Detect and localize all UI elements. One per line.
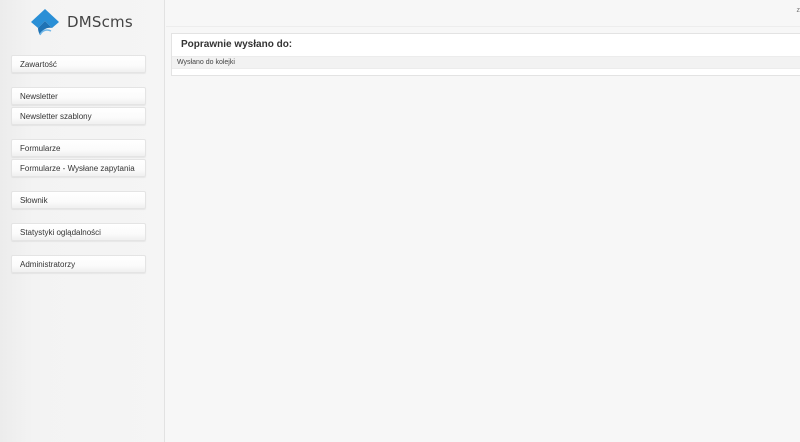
sidebar-item-formularze[interactable]: Formularze: [11, 139, 146, 157]
top-bar: z: [166, 0, 800, 27]
sidebar-item-zawartosc[interactable]: Zawartość: [11, 55, 146, 73]
status-message-row: Wysłano do kolejki: [172, 56, 800, 69]
panel-title: Poprawnie wysłano do:: [181, 39, 293, 50]
sidebar: DMScms Zawartość Newsletter Newsletter s…: [0, 0, 165, 442]
app-window: DMScms Zawartość Newsletter Newsletter s…: [0, 0, 800, 442]
sidebar-item-slownik[interactable]: Słownik: [11, 191, 146, 209]
sidebar-item-formularze-wyslane[interactable]: Formularze - Wysłane zapytania: [11, 159, 146, 177]
result-panel: Poprawnie wysłano do: Wysłano do kolejki: [171, 33, 800, 76]
dmscms-logo-icon: [31, 9, 59, 36]
sidebar-item-newsletter[interactable]: Newsletter: [11, 87, 146, 105]
logo[interactable]: DMScms: [28, 8, 133, 40]
sidebar-item-statystyki[interactable]: Statystyki oglądalności: [11, 223, 146, 241]
sidebar-item-newsletter-szablony[interactable]: Newsletter szablony: [11, 107, 146, 125]
topbar-user-link[interactable]: z: [797, 7, 800, 14]
sidebar-item-administratorzy[interactable]: Administratorzy: [11, 255, 146, 273]
app-name: DMScms: [67, 13, 133, 31]
